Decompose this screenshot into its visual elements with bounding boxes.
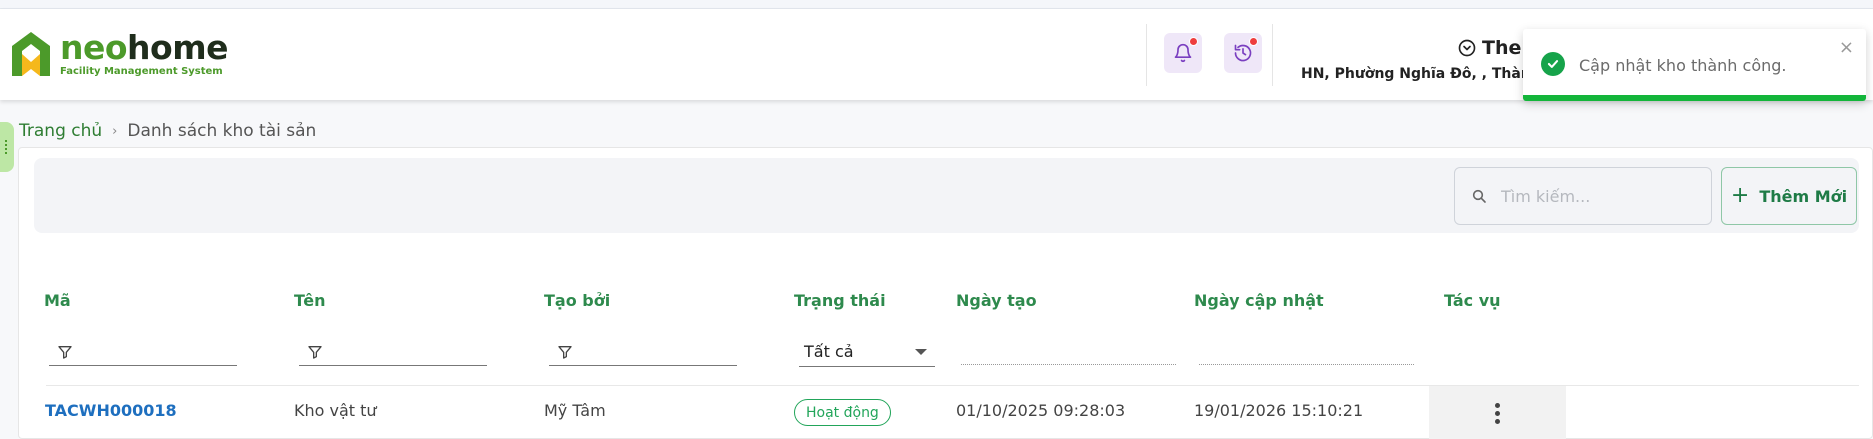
search-box[interactable] (1454, 167, 1712, 225)
house-logo-icon (12, 32, 50, 76)
toolbar: + Thêm Mới (34, 158, 1859, 233)
plus-icon: + (1730, 183, 1750, 208)
notifications-button[interactable] (1164, 33, 1202, 73)
bell-icon (1174, 43, 1192, 63)
status-badge: Hoạt động (794, 399, 891, 426)
add-new-button[interactable]: + Thêm Mới (1721, 167, 1857, 225)
created-by-filter-input[interactable] (549, 338, 737, 366)
location-title: The (1482, 37, 1522, 59)
code-filter-input[interactable] (49, 338, 237, 366)
warehouse-list-card: + Thêm Mới Mã Tên Tạo bởi Trạng thái Ngà… (18, 147, 1873, 439)
column-header-created-at[interactable]: Ngày tạo (956, 291, 1037, 310)
brand-logo[interactable]: neohome Facility Management System (12, 24, 228, 84)
breadcrumb: Trang chủ › Danh sách kho tài sản (19, 121, 316, 141)
column-header-name[interactable]: Tên (294, 291, 326, 310)
created-at-filter-input[interactable] (961, 364, 1176, 365)
dropdown-caret-icon (915, 349, 927, 355)
drag-dots-icon (4, 140, 8, 154)
top-strip (0, 0, 1873, 9)
success-toast: Cập nhật kho thành công. × (1523, 29, 1866, 101)
history-dot (1249, 37, 1258, 46)
notification-dot (1189, 37, 1198, 46)
logo-subtitle: Facility Management System (60, 65, 223, 77)
name-filter-input[interactable] (299, 338, 487, 366)
toast-message: Cập nhật kho thành công. (1579, 56, 1787, 75)
breadcrumb-home-link[interactable]: Trang chủ (19, 121, 102, 141)
filter-icon (308, 345, 322, 359)
header-divider (1272, 24, 1273, 86)
check-circle-icon (1541, 52, 1565, 76)
column-header-updated-at[interactable]: Ngày cập nhật (1194, 291, 1324, 310)
row-created-by: Mỹ Tâm (544, 401, 606, 420)
chevron-down-circle-icon (1458, 39, 1476, 57)
more-vertical-icon (1495, 401, 1500, 425)
updated-at-filter-input[interactable] (1199, 364, 1414, 365)
logo-neo-text: neo (60, 27, 128, 67)
sidebar-toggle-handle[interactable] (0, 122, 14, 172)
column-header-status[interactable]: Trạng thái (794, 291, 886, 310)
status-filter-value: Tất cả (804, 341, 854, 361)
filter-icon (558, 345, 572, 359)
header-divider (1146, 24, 1147, 86)
history-button[interactable] (1224, 33, 1262, 73)
status-filter-select[interactable]: Tất cả (799, 336, 935, 367)
search-icon (1472, 189, 1486, 203)
breadcrumb-separator-icon: › (112, 123, 118, 139)
breadcrumb-current: Danh sách kho tài sản (127, 121, 317, 141)
column-header-actions: Tác vụ (1444, 291, 1501, 310)
filter-icon (58, 345, 72, 359)
location-selector[interactable]: The (1458, 37, 1521, 59)
history-icon (1234, 44, 1252, 62)
row-name: Kho vật tư (294, 401, 377, 420)
row-actions-button[interactable] (1429, 386, 1566, 439)
row-updated-at: 19/01/2026 15:10:21 (1194, 401, 1364, 420)
column-header-created-by[interactable]: Tạo bởi (544, 291, 610, 310)
search-input[interactable] (1501, 186, 1701, 206)
toast-close-button[interactable]: × (1839, 37, 1854, 58)
add-new-label: Thêm Mới (1759, 186, 1848, 206)
location-address: HN, Phường Nghĩa Đô, , Thành phố (1301, 66, 1531, 82)
logo-home-text: home (127, 27, 228, 67)
row-code-link[interactable]: TACWH000018 (45, 401, 177, 420)
row-created-at: 01/10/2025 09:28:03 (956, 401, 1126, 420)
toast-progress-bar (1523, 95, 1866, 101)
column-header-code[interactable]: Mã (44, 291, 71, 310)
